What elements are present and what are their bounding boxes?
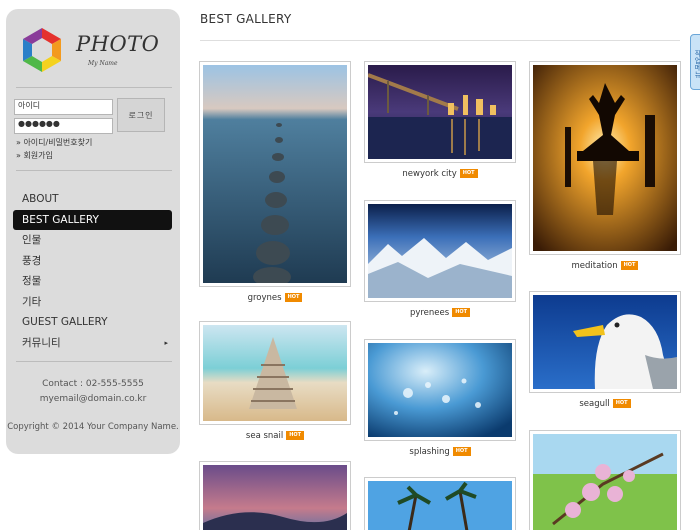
thumbnail[interactable] [364,477,516,530]
gallery-caption: splashing HOT [364,447,516,457]
nav-label: GUEST GALLERY [22,316,108,328]
gallery-item[interactable]: groynes HOT [199,61,351,303]
nav-item-community[interactable]: 커뮤니티 ▸ [13,333,172,354]
groynes-photo [203,65,347,287]
logo-subtitle: My Name [88,60,118,67]
hot-badge: HOT [286,431,305,440]
gallery-item[interactable]: pyrenees HOT [364,200,516,318]
signup-link[interactable]: » 회원가입 [16,150,53,161]
find-account-link[interactable]: » 아이디/비밀번호찾기 [16,137,92,148]
nav-label: 풍경 [22,254,42,267]
seagull-photo [533,295,677,389]
nav-item-portrait[interactable]: 인물 [13,230,172,251]
nav-label: 기타 [22,295,42,308]
divider [16,87,172,88]
nav-item-landscape[interactable]: 풍경 [13,251,172,272]
logo-text: PHOTO [76,32,160,56]
gallery-caption: meditation HOT [529,261,681,271]
logo-mark-icon [23,28,61,72]
nav-item-still-life[interactable]: 정물 [13,271,172,292]
caption-text: splashing [409,447,450,457]
caption-text: seagull [579,399,610,409]
gallery-item[interactable] [529,430,681,530]
nav-item-etc[interactable]: 기타 [13,292,172,313]
sidebar: PHOTO My Name 아이디 ●●●●●● 로그인 » 아이디/비밀번호찾… [6,9,180,454]
caption-text: meditation [571,261,618,271]
hot-badge: HOT [452,308,471,317]
gallery-caption: groynes HOT [199,293,351,303]
thumbnail[interactable] [364,339,516,441]
gallery-item[interactable] [199,461,351,530]
night-sky-photo [203,465,347,530]
caption-text: groynes [247,293,282,303]
logo[interactable]: PHOTO My Name [18,26,168,76]
password-input[interactable]: ●●●●●● [14,118,113,134]
nav-label: 정물 [22,275,42,287]
gallery-caption: seagull HOT [529,399,681,409]
gallery-caption: pyrenees HOT [364,308,516,318]
palm-beach-photo [368,481,512,530]
nav-label: BEST GALLERY [22,213,99,226]
nav-item-about[interactable]: ABOUT [13,189,172,210]
hot-badge: HOT [459,169,478,178]
gallery-item[interactable]: seagull HOT [529,291,681,409]
thumbnail[interactable] [199,461,351,530]
nav-item-best-gallery[interactable]: BEST GALLERY [13,209,172,230]
nav-label: 인물 [22,234,42,246]
nav-item-guest-gallery[interactable]: GUEST GALLERY [13,312,172,333]
splashing-photo [368,343,512,437]
thumbnail[interactable] [364,200,516,302]
newyork-city-photo [367,65,512,159]
gallery-item[interactable]: meditation HOT [529,61,681,271]
divider [16,170,172,171]
thumbnail[interactable] [529,291,681,393]
thumbnail[interactable] [364,61,516,163]
copyright: Copyright © 2014 Your Company Name. [7,422,179,432]
blossom-photo [533,434,677,530]
meditation-photo [533,65,677,251]
nav-label: 커뮤니티 [22,336,61,349]
side-menu-tab[interactable]: 작업메뉴 [690,34,700,90]
caption-text: pyrenees [409,308,450,318]
pyrenees-photo [368,204,512,298]
caption-text: newyork city [402,169,457,179]
page-title: BEST GALLERY [200,12,292,26]
gallery-item[interactable]: splashing HOT [364,339,516,457]
hot-badge: HOT [612,399,631,408]
thumbnail[interactable] [199,321,351,425]
contact-email[interactable]: myemail@domain.co.kr [6,394,180,404]
hot-badge: HOT [452,447,471,456]
main-nav: ABOUT BEST GALLERY 인물 풍경 정물 기타 GUEST GAL… [13,189,172,353]
thumbnail[interactable] [529,61,681,255]
divider [16,361,172,362]
gallery-caption: sea snail HOT [199,431,351,441]
gallery-item[interactable] [364,477,516,530]
login-button[interactable]: 로그인 [117,98,165,132]
title-divider [200,40,680,41]
gallery-caption: newyork city HOT [364,169,516,179]
gallery-item[interactable]: sea snail HOT [199,321,351,441]
thumbnail[interactable] [199,61,351,287]
gallery-item[interactable]: newyork city HOT [364,61,516,179]
thumbnail[interactable] [529,430,681,530]
sea-snail-photo [203,325,347,421]
contact-phone: Contact : 02-555-5555 [42,379,144,389]
caption-text: sea snail [245,431,284,441]
submenu-arrow-icon: ▸ [164,338,168,347]
hot-badge: HOT [284,293,303,302]
nav-label: ABOUT [22,193,59,205]
username-input[interactable]: 아이디 [14,99,113,115]
hot-badge: HOT [620,261,639,270]
